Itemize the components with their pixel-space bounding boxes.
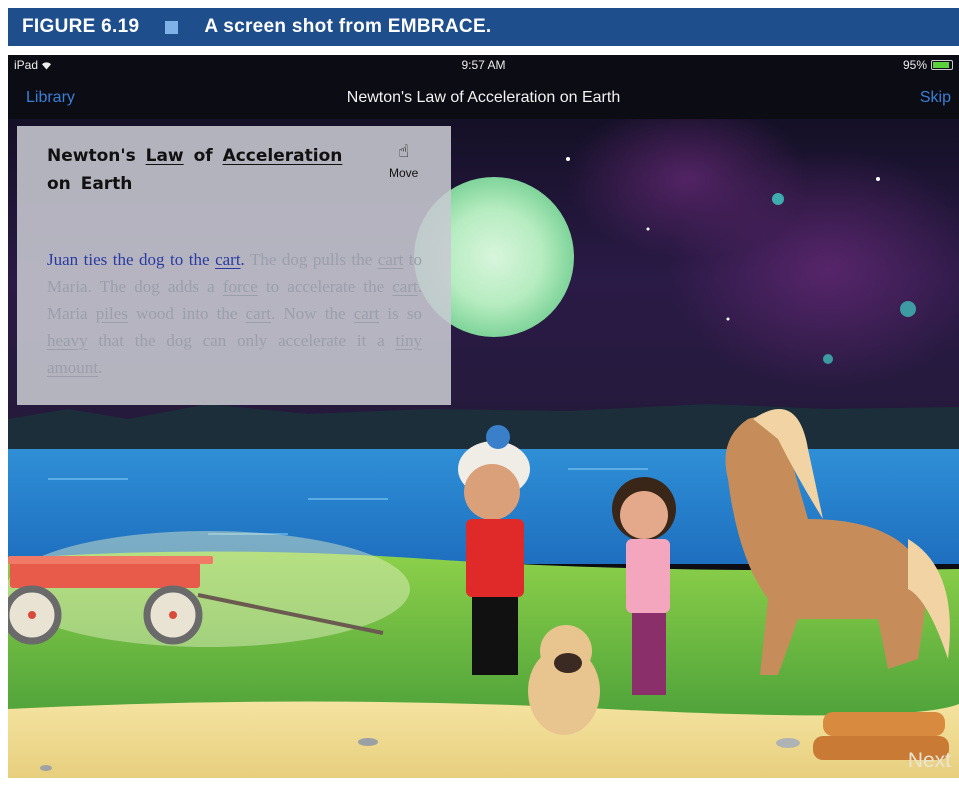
vocab-word[interactable]: heavy (47, 331, 88, 350)
sentence-text: that the dog can only accelerate it a (87, 331, 396, 350)
title-word: on Earth (47, 174, 133, 194)
sentence[interactable]: The dog adds a force to accelerate the c… (92, 277, 422, 296)
vocab-word[interactable]: cart (215, 250, 240, 269)
story-body: Juan ties the dog to the cart. The dog p… (47, 246, 422, 381)
skip-button[interactable]: Skip (920, 89, 951, 107)
vocab-word[interactable]: tiny (396, 331, 422, 350)
status-bar: iPad 9:57 AM 95% (8, 55, 959, 75)
vocab-word[interactable]: cart (246, 304, 271, 323)
vocab-word[interactable]: force (223, 277, 258, 296)
figure-caption-bar: FIGURE 6.19 A screen shot from EMBRACE. (8, 8, 959, 46)
story-scene: Newton's Law of Acceleration on Earth ☝ … (8, 119, 959, 778)
move-label: Move (389, 166, 419, 180)
sentence-text: is so (379, 304, 422, 323)
vocab-word[interactable]: amount (47, 358, 98, 377)
title-word: of (193, 146, 213, 166)
sentence-text: The dog adds a (91, 277, 223, 296)
battery-percent: 95% (902, 58, 927, 72)
move-button[interactable]: ☝ Move (389, 142, 418, 181)
sentence-text: Now the (275, 304, 354, 323)
next-button[interactable]: Next (908, 749, 951, 773)
status-battery: 95% (903, 58, 953, 72)
title-word-vocab[interactable]: Law (146, 146, 184, 166)
vocab-word[interactable]: cart (354, 304, 379, 323)
hand-pointer-icon: ☝ (398, 141, 410, 162)
vocab-word[interactable]: cart (378, 250, 403, 269)
square-icon (165, 20, 179, 34)
sentence[interactable]: Maria piles wood into the cart. (47, 304, 275, 323)
sentence-active[interactable]: Juan ties the dog to the cart. (47, 250, 245, 269)
title-word-vocab[interactable]: Acceleration (223, 146, 343, 166)
figure-label: FIGURE 6.19 (22, 16, 140, 37)
story-text-panel: Newton's Law of Acceleration on Earth ☝ … (17, 126, 451, 405)
sentence-text: Juan ties the dog to the (47, 250, 216, 269)
figure-caption: A screen shot from EMBRACE. (204, 16, 492, 37)
lesson-title: Newton's Law of Acceleration on Earth (47, 142, 377, 198)
sentence-text: Maria (47, 304, 96, 323)
page-title: Newton's Law of Acceleration on Earth (346, 89, 621, 106)
sentence-text: wood into the (127, 304, 246, 323)
sentence-text: . (417, 277, 422, 296)
battery-fill (933, 62, 950, 68)
vocab-word[interactable]: piles (96, 304, 128, 323)
sentence-text: The dog pulls the (244, 250, 378, 269)
battery-icon (931, 60, 953, 70)
status-time: 9:57 AM (461, 58, 506, 72)
title-word: Newton's (47, 146, 136, 166)
vocab-word[interactable]: cart (392, 277, 417, 296)
sentence-text: to accelerate the (257, 277, 393, 296)
sentence-text: . (98, 358, 103, 377)
nav-bar: Library Newton's Law of Acceleration on … (8, 75, 959, 119)
ipad-screen: iPad 9:57 AM 95% Library Newton's Law of… (8, 55, 959, 778)
